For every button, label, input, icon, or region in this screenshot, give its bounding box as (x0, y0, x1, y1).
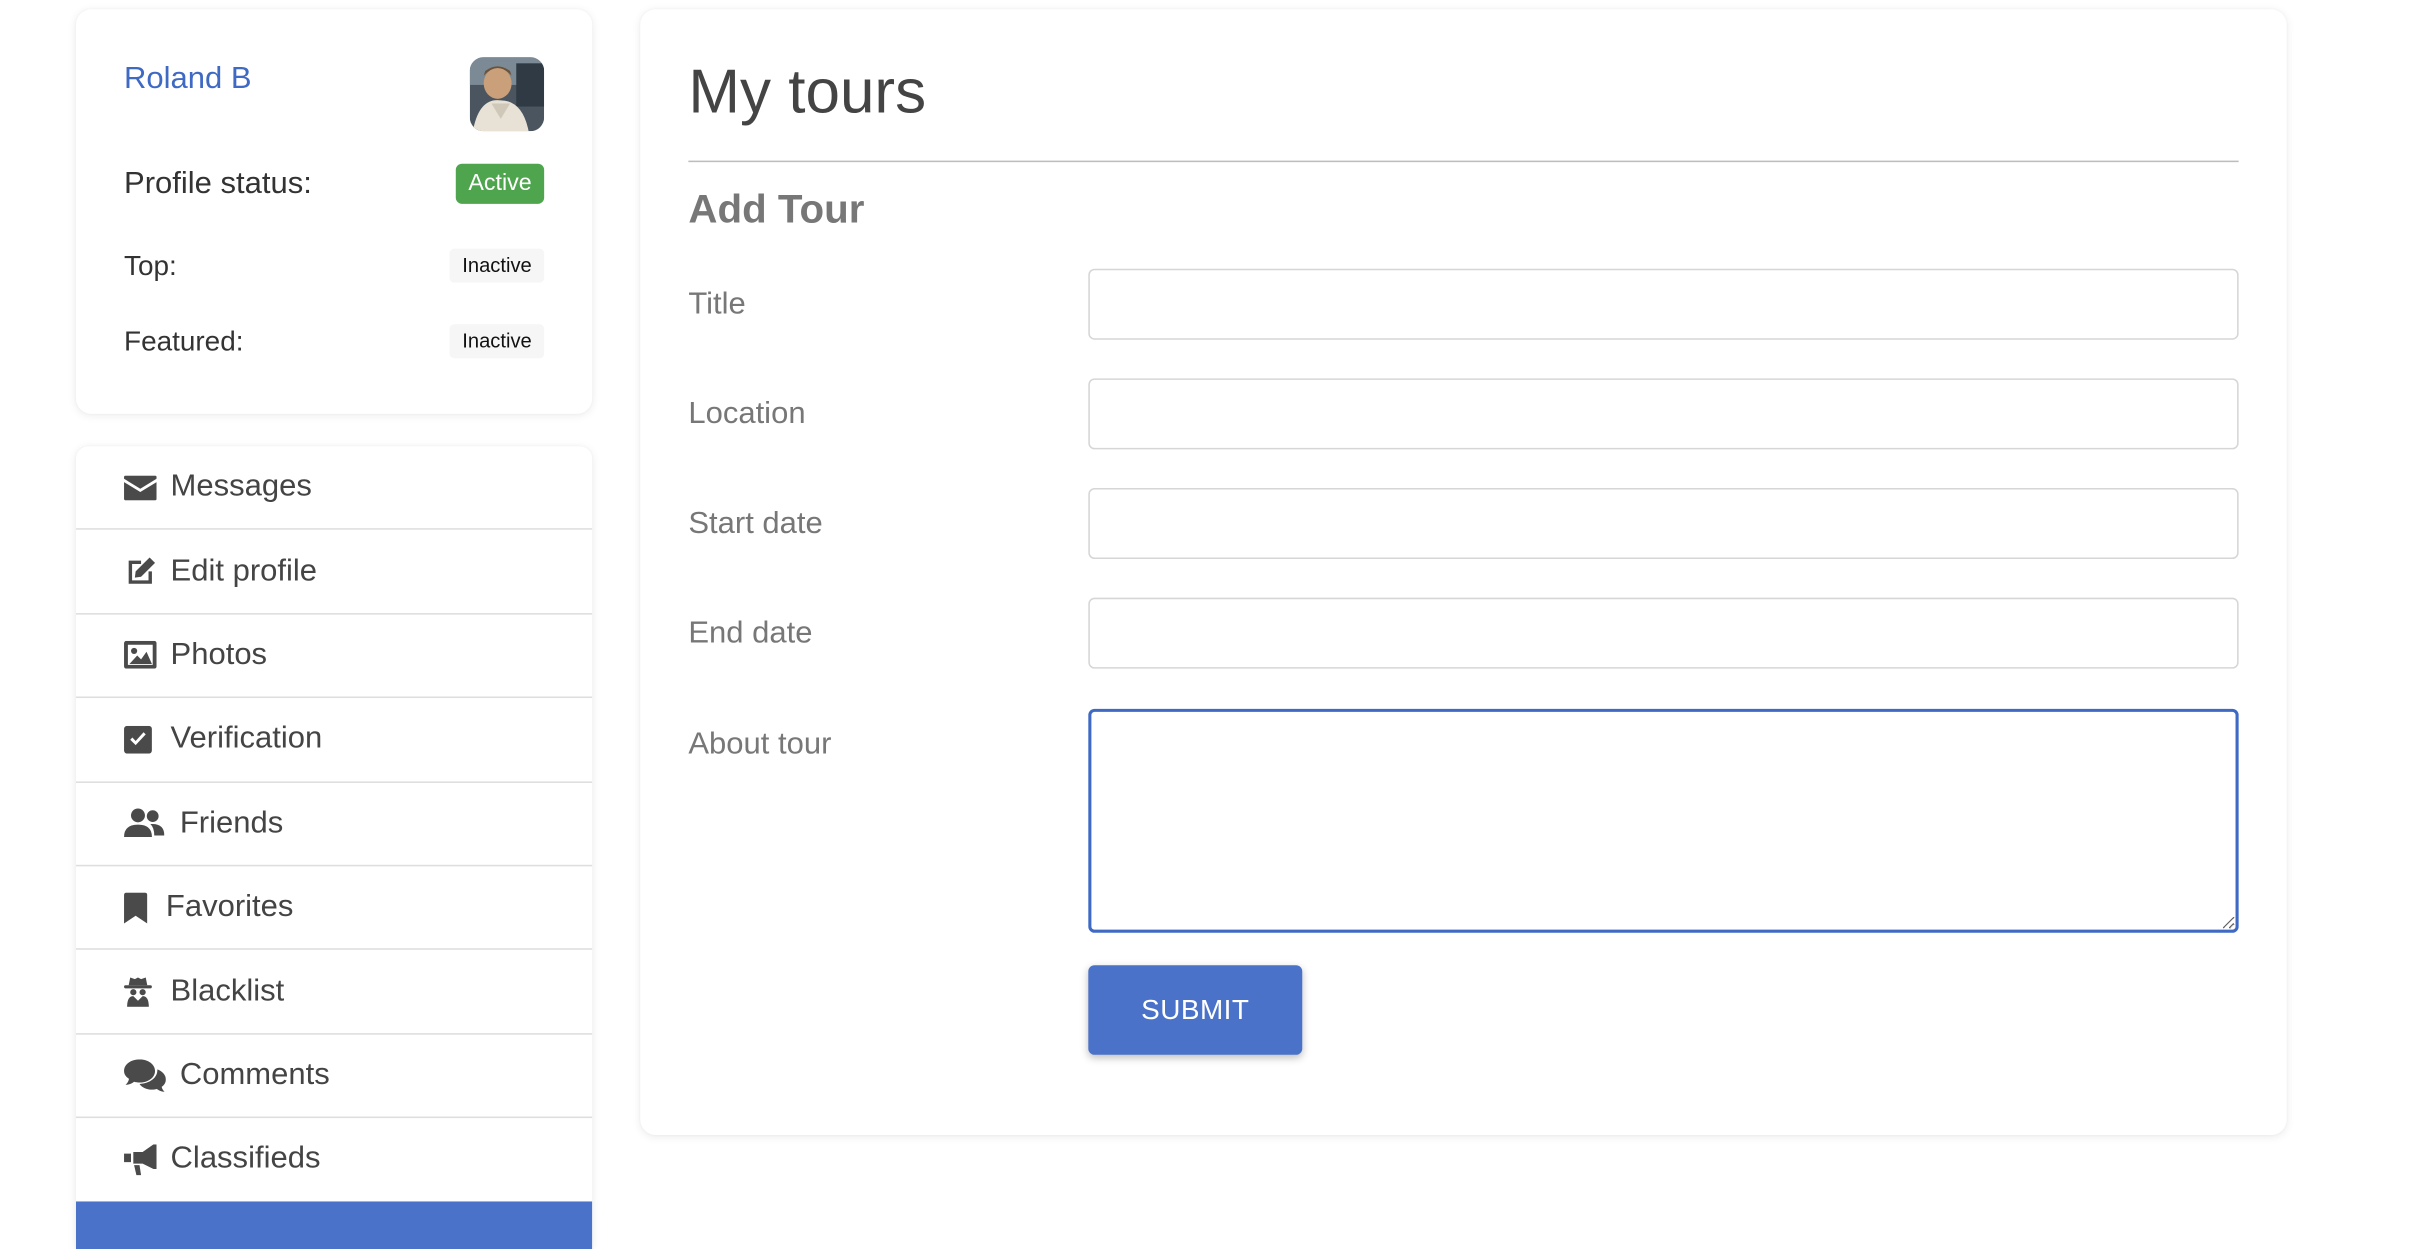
sidebar-item-messages[interactable]: Messages (75, 446, 593, 531)
sidebar-item-comments[interactable]: Comments (75, 1034, 593, 1119)
section-title: Add Tour (688, 185, 865, 232)
title-row: Title (688, 268, 2239, 340)
title-label: Title (688, 287, 746, 322)
spy-icon (124, 975, 158, 1009)
profile-status-label: Profile status: (124, 166, 312, 200)
page: Roland B Profile status: Active Top: Ina… (0, 0, 2420, 1249)
location-input[interactable] (1088, 378, 2239, 450)
about-tour-label: About tour (688, 727, 832, 762)
sidebar-item-label: Comments (179, 1057, 330, 1092)
main-card: My tours Add Tour Title Location Start d… (640, 9, 2287, 1136)
about-tour-textarea[interactable] (1088, 708, 2239, 933)
title-input[interactable] (1088, 268, 2239, 340)
title-divider (688, 160, 2239, 163)
sidebar-item-photos[interactable]: Photos (75, 614, 593, 699)
users-icon (124, 807, 167, 841)
avatar[interactable] (469, 57, 545, 132)
image-icon (124, 639, 158, 673)
about-tour-row: About tour (688, 708, 2239, 933)
top-status-row: Top: Inactive (124, 248, 545, 283)
featured-label: Featured: (124, 325, 244, 356)
top-badge: Inactive (449, 248, 545, 283)
sidebar-item-label: Favorites (165, 889, 294, 924)
profile-name-link[interactable]: Roland B (124, 62, 252, 98)
sidebar-item-my-tours[interactable] (75, 1201, 593, 1249)
location-row: Location (688, 378, 2239, 450)
end-date-label: End date (688, 616, 813, 651)
submit-button[interactable]: SUBMIT (1088, 965, 1303, 1055)
start-date-row: Start date (688, 487, 2239, 560)
location-label: Location (688, 396, 806, 431)
edit-icon (124, 555, 158, 589)
sidebar-item-label: Blacklist (170, 973, 285, 1008)
start-date-input[interactable] (1088, 487, 2239, 560)
bookmark-icon (124, 891, 152, 925)
comments-icon (124, 1058, 167, 1092)
sidebar-item-friends[interactable]: Friends (75, 782, 593, 867)
sidebar-item-label: Verification (170, 721, 323, 756)
status-badge: Active (456, 163, 545, 204)
sidebar-item-label: Edit profile (170, 553, 318, 588)
end-date-input[interactable] (1088, 597, 2239, 669)
sidebar-item-classifieds[interactable]: Classifieds (75, 1118, 593, 1203)
sidebar-item-edit-profile[interactable]: Edit profile (75, 530, 593, 615)
end-date-row: End date (688, 597, 2239, 669)
page-title: My tours (688, 58, 927, 127)
sidebar-item-blacklist[interactable]: Blacklist (75, 950, 593, 1035)
envelope-icon (124, 471, 158, 505)
avatar-photo (469, 57, 545, 132)
sidebar-item-label: Friends (179, 805, 284, 840)
checkbox-icon (124, 723, 158, 757)
sidebar-item-label: Messages (170, 469, 312, 504)
top-label: Top: (124, 249, 177, 281)
sidebar-item-favorites[interactable]: Favorites (75, 866, 593, 951)
profile-card: Roland B Profile status: Active Top: Ina… (75, 9, 593, 414)
sidebar-item-verification[interactable]: Verification (75, 698, 593, 783)
start-date-label: Start date (688, 506, 823, 541)
featured-status-row: Featured: Inactive (124, 324, 545, 359)
megaphone-icon (124, 1142, 158, 1176)
sidebar-menu: Messages Edit profile Photos Verificatio… (75, 446, 593, 1249)
sidebar-item-label: Photos (170, 637, 268, 672)
sidebar-item-label: Classifieds (170, 1141, 321, 1176)
profile-status-row: Profile status: Active (124, 163, 545, 204)
featured-badge: Inactive (449, 324, 545, 359)
